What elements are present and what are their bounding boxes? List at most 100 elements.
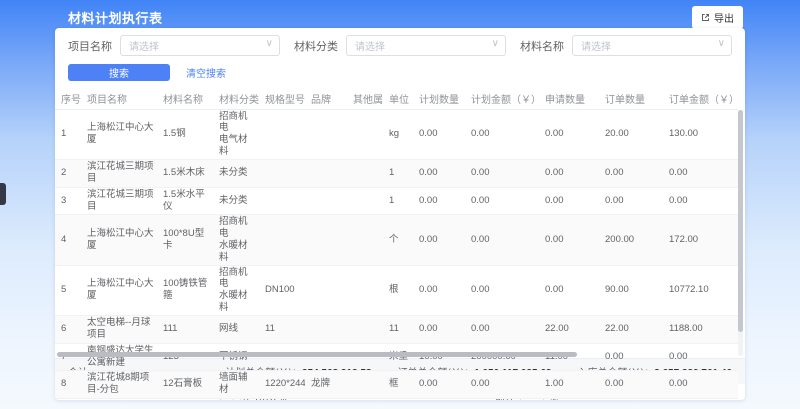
table-row[interactable]: 2滨江花城三期项目1.5米木床未分类10.000.000.000.000.00 <box>55 160 738 188</box>
table-row[interactable]: 1上海松江中心大厦1.5钢招商机电 电气材料kg0.000.000.0020.0… <box>55 109 738 160</box>
column-header: 申请数量 <box>539 88 599 109</box>
table-cell: 22.00 <box>539 316 599 344</box>
export-icon <box>701 13 710 22</box>
column-header: 序号 <box>55 88 81 109</box>
table-cell: 0.00 <box>465 398 539 400</box>
table-row[interactable]: 8滨江花城8期项目-分包12石膏板墙面辅材1220*2440*12龙牌框0.00… <box>55 371 738 399</box>
table-cell: 上海松江中心大厦 <box>81 398 157 400</box>
table-cell: 20.00 <box>599 109 663 160</box>
table-cell: 0.00 <box>599 160 663 188</box>
material-name-select[interactable]: 请选择 ∨ <box>572 35 732 56</box>
table-cell: 1188.00 <box>663 316 738 344</box>
project-name-select[interactable]: 请选择 ∨ <box>120 35 280 56</box>
vertical-scrollbar[interactable] <box>738 110 743 356</box>
table-cell <box>305 265 347 316</box>
table-cell: 0.00 <box>465 160 539 188</box>
table-cell: 龙牌 <box>305 371 347 399</box>
table-cell: 100铸铁管箍 <box>157 265 213 316</box>
table-cell: 11 <box>383 316 413 344</box>
table-cell: 0.00 <box>539 265 599 316</box>
table-row[interactable]: 4上海松江中心大厦100*8U型卡招商机电 水暖材料个0.000.000.002… <box>55 215 738 266</box>
table-cell: 未分类 <box>213 160 259 188</box>
table-cell: 172.00 <box>663 215 738 266</box>
table-cell: 0.00 <box>663 160 738 188</box>
table-cell: 招商机电 水暖材料 <box>213 398 259 400</box>
table-row[interactable]: 6太空电梯--月球项目111网线11110.000.0022.0022.0011… <box>55 316 738 344</box>
table-cell: 0.00 <box>465 215 539 266</box>
table-cell: 个 <box>383 215 413 266</box>
select-placeholder: 请选择 <box>129 38 159 53</box>
table-cell: 0.00 <box>539 109 599 160</box>
table-cell: 框 <box>383 371 413 399</box>
table-cell: 11 <box>259 316 305 344</box>
table-cell: 200.00 <box>599 215 663 266</box>
table-cell: 100*8U型卡 <box>157 215 213 266</box>
export-button[interactable]: 导出 <box>692 6 743 29</box>
table-cell <box>305 215 347 266</box>
table-cell: 0.00 <box>599 187 663 215</box>
table-cell: 0.00 <box>413 160 465 188</box>
sidebar-handle[interactable] <box>0 183 6 205</box>
table-cell: 0.00 <box>413 398 465 400</box>
column-header: 订单金额（￥） <box>663 88 738 109</box>
table-cell: 0.00 <box>465 371 539 399</box>
table-row[interactable]: 3滨江花城三期项目1.5米水平仪未分类10.000.000.000.000.00 <box>55 187 738 215</box>
table-cell: 9 <box>55 398 81 400</box>
search-button[interactable]: 搜索 <box>68 64 170 81</box>
table-cell: 0.00 <box>539 160 599 188</box>
table-cell: 招商机电 水暖材料 <box>213 215 259 266</box>
table-cell: 80.00 <box>599 398 663 400</box>
filter-panel: 项目名称 请选择 ∨ 材料分类 请选择 ∨ 材料名称 请选择 ∨ <box>55 28 745 81</box>
table-cell: 0.00 <box>413 109 465 160</box>
table-row[interactable]: 9上海松江中心大厦150*10U型卡招商机电 水暖材料个0.000.000.00… <box>55 398 738 400</box>
table-cell: 上海松江中心大厦 <box>81 109 157 160</box>
horizontal-scrollbar[interactable] <box>57 352 737 358</box>
table-cell: 1 <box>383 160 413 188</box>
table-cell: 1220*2440*12 <box>259 371 305 399</box>
table-cell: 滨江花城三期项目 <box>81 187 157 215</box>
material-category-select[interactable]: 请选择 ∨ <box>346 35 506 56</box>
table-cell <box>259 215 305 266</box>
table-cell: 3 <box>55 187 81 215</box>
table-cell <box>347 398 383 400</box>
export-label: 导出 <box>714 10 734 25</box>
table-cell <box>347 316 383 344</box>
table-cell: 0.00 <box>539 187 599 215</box>
table-cell: 0.00 <box>413 187 465 215</box>
select-placeholder: 请选择 <box>581 38 611 53</box>
hscroll-thumb[interactable] <box>57 352 577 357</box>
table-cell: 0.00 <box>413 316 465 344</box>
column-header: 计划金额（￥） <box>465 88 539 109</box>
table-cell: 130.00 <box>663 109 738 160</box>
table-cell: 网线 <box>213 316 259 344</box>
table-cell <box>347 265 383 316</box>
table-cell <box>305 109 347 160</box>
table-cell: kg <box>383 109 413 160</box>
table-cell: 个 <box>383 398 413 400</box>
table-cell: 未分类 <box>213 187 259 215</box>
table-cell: 6 <box>55 316 81 344</box>
table-cell: 滨江花城三期项目 <box>81 160 157 188</box>
vscroll-thumb[interactable] <box>738 110 743 332</box>
chevron-down-icon: ∨ <box>492 38 499 49</box>
column-header: 规格型号 <box>259 88 305 109</box>
column-header: 材料名称 <box>157 88 213 109</box>
table-cell <box>259 160 305 188</box>
page-title: 材料计划执行表 <box>68 8 163 27</box>
table-cell: 150*10U型卡 <box>157 398 213 400</box>
field-material-name: 材料名称 请选择 ∨ <box>520 35 732 56</box>
column-header: 计划数量 <box>413 88 465 109</box>
table-cell: 1 <box>55 109 81 160</box>
table-cell: 根 <box>383 265 413 316</box>
table-cell: 0.00 <box>465 265 539 316</box>
clear-search-link[interactable]: 清空搜索 <box>186 65 226 80</box>
table-cell: 1 <box>383 187 413 215</box>
column-header: 订单数量 <box>599 88 663 109</box>
table-cell: 招商机电 水暖材料 <box>213 265 259 316</box>
table-cell: 0.00 <box>539 215 599 266</box>
table-cell: 0.00 <box>663 371 738 399</box>
chevron-down-icon: ∨ <box>266 38 273 49</box>
table-row[interactable]: 5上海松江中心大厦100铸铁管箍招商机电 水暖材料DN100根0.000.000… <box>55 265 738 316</box>
table-cell: 1.00 <box>539 371 599 399</box>
table-cell: 12石膏板 <box>157 371 213 399</box>
